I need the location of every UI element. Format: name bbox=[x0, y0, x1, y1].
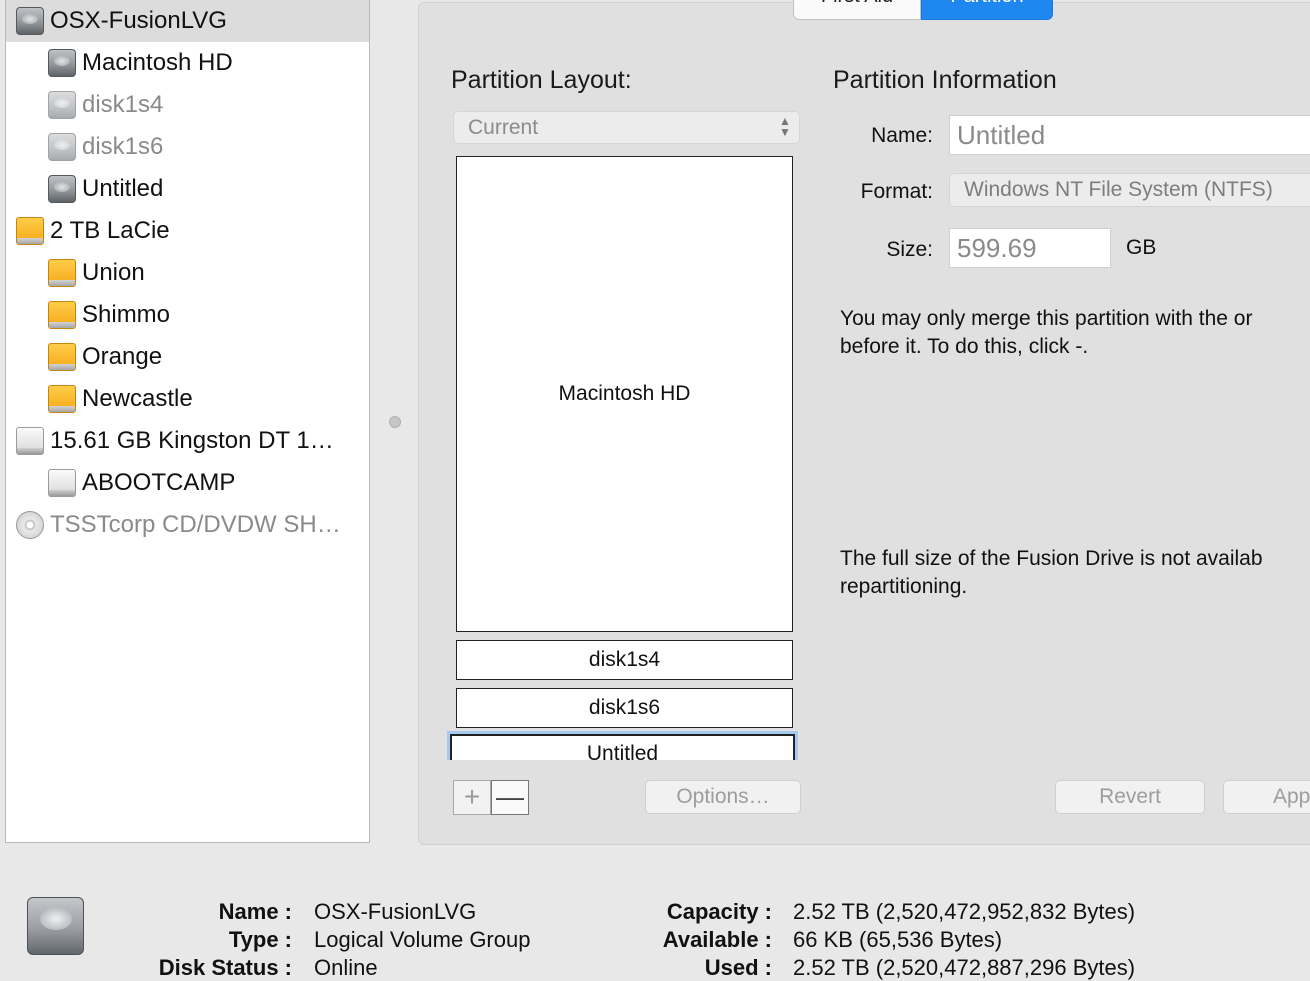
footer-status-value: Online bbox=[314, 955, 378, 980]
sidebar-item-osx-fusionlvg[interactable]: OSX-FusionLVG bbox=[6, 0, 369, 42]
revert-button[interactable]: Revert bbox=[1055, 780, 1205, 814]
optical-disc-icon bbox=[16, 511, 44, 539]
name-label: Name: bbox=[871, 124, 933, 147]
hard-drive-icon bbox=[48, 91, 76, 119]
usb-drive-icon bbox=[48, 469, 76, 497]
disk-sidebar: OSX-FusionLVG Macintosh HD disk1s4 disk1… bbox=[5, 0, 370, 843]
footer-type-key: Type : bbox=[228, 927, 292, 952]
footer-available-key: Available : bbox=[662, 927, 772, 952]
footer-type-value: Logical Volume Group bbox=[314, 927, 531, 952]
tab-partition-label: Partition bbox=[950, 0, 1023, 13]
sidebar-item-macintosh-hd[interactable]: Macintosh HD bbox=[6, 42, 369, 84]
sidebar-item-label: disk1s4 bbox=[82, 91, 164, 118]
partition-layout-value: Current bbox=[468, 116, 539, 139]
tab-partition[interactable]: Partition bbox=[921, 0, 1053, 20]
partition-block-label: disk1s6 bbox=[588, 696, 661, 719]
partition-block-untitled[interactable]: Untitled bbox=[447, 731, 798, 760]
external-drive-icon bbox=[48, 385, 76, 413]
footer-used-key: Used : bbox=[704, 955, 772, 980]
footer-capacity-value: 2.52 TB (2,520,472,952,832 Bytes) bbox=[793, 899, 1136, 924]
sidebar-item-disk1s4[interactable]: disk1s4 bbox=[6, 84, 369, 126]
external-drive-icon bbox=[48, 301, 76, 329]
usb-drive-icon bbox=[16, 427, 44, 455]
fusion-note: The full size of the Fusion Drive is not… bbox=[840, 547, 1263, 598]
sidebar-item-label: disk1s6 bbox=[82, 133, 164, 160]
split-view-handle[interactable] bbox=[389, 416, 401, 428]
remove-partition-button[interactable]: — bbox=[491, 780, 529, 815]
sidebar-item-tsstcorp[interactable]: TSSTcorp CD/DVDW SH… bbox=[6, 504, 369, 546]
sidebar-item-union[interactable]: Union bbox=[6, 252, 369, 294]
sidebar-item-label: 15.61 GB Kingston DT 1… bbox=[50, 427, 334, 454]
footer-capacity-key: Capacity : bbox=[666, 899, 772, 924]
hard-drive-icon bbox=[27, 897, 84, 955]
format-label: Format: bbox=[860, 180, 933, 203]
plus-icon: + bbox=[463, 781, 481, 812]
sidebar-item-untitled[interactable]: Untitled bbox=[6, 168, 369, 210]
sidebar-item-label: Union bbox=[82, 259, 145, 286]
merge-note: You may only merge this partition with t… bbox=[840, 307, 1253, 358]
sidebar-item-kingston[interactable]: 15.61 GB Kingston DT 1… bbox=[6, 420, 369, 462]
apply-button[interactable]: App bbox=[1223, 780, 1310, 814]
hard-drive-icon bbox=[48, 49, 76, 77]
chevron-updown-icon: ▲ ▼ bbox=[779, 114, 791, 139]
add-partition-button[interactable]: + bbox=[453, 780, 491, 815]
partition-size-field[interactable]: 599.69 bbox=[949, 228, 1111, 268]
partition-scroll-clip: Untitled bbox=[446, 728, 806, 760]
sidebar-item-label: Orange bbox=[82, 343, 163, 370]
size-unit: GB bbox=[1126, 236, 1157, 259]
sidebar-item-label: 2 TB LaCie bbox=[50, 217, 170, 244]
sidebar-item-label: ABOOTCAMP bbox=[82, 469, 236, 496]
partition-layout-select[interactable]: Current ▲ ▼ bbox=[453, 111, 800, 144]
sidebar-item-label: Newcastle bbox=[82, 385, 193, 412]
partition-block-disk1s6[interactable]: disk1s6 bbox=[456, 688, 793, 728]
external-drive-icon bbox=[48, 259, 76, 287]
partition-layout-heading: Partition Layout: bbox=[451, 66, 632, 94]
partition-name-field[interactable]: Untitled bbox=[949, 115, 1310, 155]
sidebar-item-label: TSSTcorp CD/DVDW SH… bbox=[50, 511, 341, 538]
sidebar-item-newcastle[interactable]: Newcastle bbox=[6, 378, 369, 420]
sidebar-item-label: Macintosh HD bbox=[82, 49, 233, 76]
external-drive-icon bbox=[48, 343, 76, 371]
sidebar-item-label: OSX-FusionLVG bbox=[50, 7, 227, 34]
sidebar-item-disk1s6[interactable]: disk1s6 bbox=[6, 126, 369, 168]
partition-information-heading: Partition Information bbox=[833, 66, 1057, 94]
minus-icon: — bbox=[496, 781, 524, 812]
footer-available-value: 66 KB (65,536 Bytes) bbox=[793, 927, 1003, 952]
partition-block-macintosh-hd[interactable]: Macintosh HD bbox=[456, 156, 793, 632]
sidebar-item-label: Untitled bbox=[82, 175, 164, 202]
footer-status-key: Disk Status : bbox=[158, 955, 292, 980]
partition-block-disk1s4[interactable]: disk1s4 bbox=[456, 640, 793, 680]
partition-block-label: Macintosh HD bbox=[558, 382, 691, 405]
size-label: Size: bbox=[886, 238, 933, 261]
footer-name-key: Name : bbox=[218, 899, 292, 924]
hard-drive-icon bbox=[16, 7, 44, 35]
sidebar-item-orange[interactable]: Orange bbox=[6, 336, 369, 378]
partition-block-label: disk1s4 bbox=[588, 648, 661, 671]
tab-first-aid[interactable]: First Aid bbox=[793, 0, 921, 20]
options-button[interactable]: Options… bbox=[645, 780, 801, 814]
sidebar-item-abootcamp[interactable]: ABOOTCAMP bbox=[6, 462, 369, 504]
tab-bar: First Aid Partition bbox=[793, 0, 1053, 20]
footer-used-value: 2.52 TB (2,520,472,887,296 Bytes) bbox=[793, 955, 1136, 980]
sidebar-item-label: Shimmo bbox=[82, 301, 171, 328]
sidebar-item-2tb-lacie[interactable]: 2 TB LaCie bbox=[6, 210, 369, 252]
partition-block-label: Untitled bbox=[586, 742, 659, 760]
partition-format-select[interactable]: Windows NT File System (NTFS) bbox=[949, 173, 1310, 207]
hard-drive-icon bbox=[48, 133, 76, 161]
tab-first-aid-label: First Aid bbox=[821, 0, 893, 13]
footer-name-value: OSX-FusionLVG bbox=[314, 899, 477, 924]
external-drive-icon bbox=[16, 217, 44, 245]
hard-drive-icon bbox=[48, 175, 76, 203]
sidebar-item-shimmo[interactable]: Shimmo bbox=[6, 294, 369, 336]
